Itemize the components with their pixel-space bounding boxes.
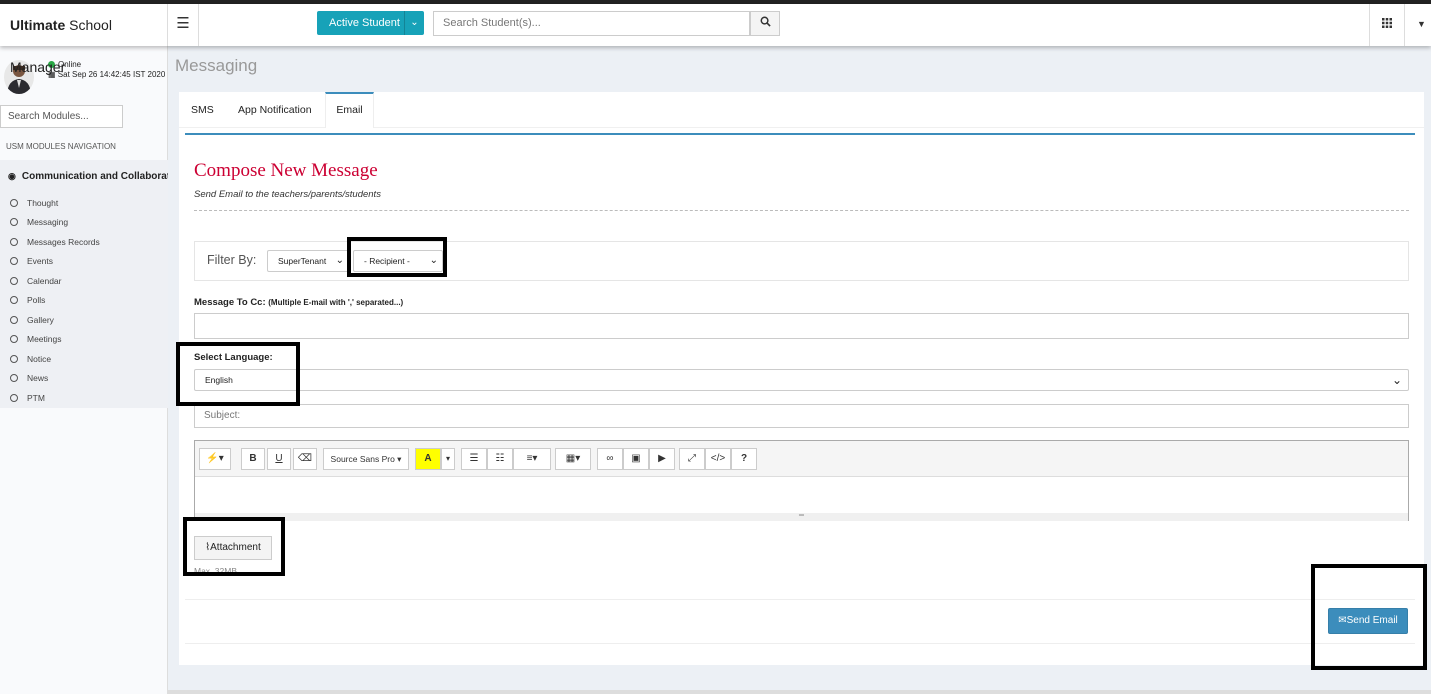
align-icon[interactable]: ≡▾ [513, 448, 551, 470]
sidebar-item-gallery[interactable]: Gallery [10, 315, 54, 325]
sidebar-item-ptm[interactable]: PTM [10, 393, 45, 403]
underline-button[interactable]: U [267, 448, 291, 470]
video-icon[interactable]: ▶ [649, 448, 675, 470]
table-icon[interactable]: ▦▾ [555, 448, 591, 470]
editor-resize-handle[interactable]: ═ [195, 512, 1408, 521]
envelope-icon: ✉ [1338, 615, 1347, 626]
circle-icon [10, 277, 18, 285]
app-logo[interactable]: Ultimate School Manager [0, 4, 168, 75]
cc-label: Message To Cc: (Multiple E-mail with ','… [194, 297, 404, 308]
chevron-down-icon: ⌄ [1391, 373, 1402, 387]
tab-app-notification[interactable]: App Notification [238, 92, 312, 128]
circle-icon [10, 374, 18, 382]
fullscreen-icon[interactable]: ⤢ [679, 448, 705, 470]
tab-email[interactable]: Email [325, 92, 374, 128]
link-icon[interactable]: ∞ [597, 448, 623, 470]
sidebar-item-meetings[interactable]: Meetings [10, 334, 62, 344]
search-icon[interactable] [750, 11, 780, 36]
recipient-select[interactable]: - Recipient - ⌄ [353, 250, 443, 272]
compose-title: Compose New Message [194, 160, 378, 181]
compose-subtitle: Send Email to the teachers/parents/stude… [194, 189, 381, 200]
main-panel: SMS App Notification Email Compose New M… [179, 92, 1424, 665]
circle-icon [10, 218, 18, 226]
circle-icon [10, 394, 18, 402]
sidebar-item-calendar[interactable]: Calendar [10, 276, 62, 286]
chevron-down-icon: ⌄ [335, 255, 344, 266]
max-size-note: Max. 32MB [194, 566, 237, 576]
user-status: Online ▦ Sat Sep 26 14:42:45 IST 2020 [48, 60, 165, 80]
sidebar-item-polls[interactable]: Polls [10, 295, 45, 305]
language-select[interactable]: English ⌄ [194, 369, 1409, 391]
circle-icon [10, 199, 18, 207]
nav-group-title[interactable]: ◉ Communication and Collaborat [8, 171, 168, 182]
circle-icon [10, 238, 18, 246]
tab-bar: SMS App Notification Email [179, 92, 1424, 128]
image-icon[interactable]: ▣ [623, 448, 649, 470]
tab-sms[interactable]: SMS [191, 92, 214, 128]
circle-icon [10, 257, 18, 265]
top-header: Ultimate School Manager ☰ Active Student… [0, 4, 1431, 75]
highlight-color-button[interactable]: A [415, 448, 441, 470]
sidebar-item-events[interactable]: Events [10, 256, 53, 266]
divider [185, 643, 1415, 644]
attachment-button[interactable]: ⌇Attachment [194, 536, 272, 560]
help-icon[interactable]: ? [731, 448, 757, 470]
chevron-down-icon: ⌄ [429, 255, 438, 266]
code-view-icon[interactable]: </> [705, 448, 731, 470]
editor-content[interactable] [195, 478, 1408, 513]
circle-icon [10, 355, 18, 363]
divider [185, 599, 1415, 600]
sidebar-item-news[interactable]: News [10, 373, 48, 383]
magic-wand-icon[interactable]: ⚡▾ [199, 448, 231, 470]
grid-icon[interactable] [1369, 4, 1405, 46]
circle-icon [10, 335, 18, 343]
nav-heading: USM MODULES NAVIGATION [6, 142, 116, 151]
editor-toolbar: ⚡▾ B U ⌫ Source Sans Pro ▾ A ▾ ☰ ☷ ≡▾ ▦▾… [195, 441, 1408, 477]
nav-group: ◉ Communication and Collaborat Thought Me… [0, 160, 168, 408]
ordered-list-icon[interactable]: ☷ [487, 448, 513, 470]
active-student-dropdown[interactable]: Active Student ⌄ [317, 11, 424, 35]
unordered-list-icon[interactable]: ☰ [461, 448, 487, 470]
tenant-select[interactable]: SuperTenant ⌄ [267, 250, 349, 272]
bold-button[interactable]: B [241, 448, 265, 470]
divider [185, 133, 1415, 135]
bottom-bar [168, 690, 1431, 694]
language-label: Select Language: [194, 352, 273, 363]
dashboard-icon: ◉ [8, 171, 16, 181]
eraser-icon[interactable]: ⌫ [293, 448, 317, 470]
student-search-input[interactable]: Search Student(s)... [433, 11, 750, 36]
filter-label: Filter By: [207, 253, 257, 267]
rich-text-editor: ⚡▾ B U ⌫ Source Sans Pro ▾ A ▾ ☰ ☷ ≡▾ ▦▾… [194, 440, 1409, 521]
sidebar-item-messages-records[interactable]: Messages Records [10, 237, 100, 247]
filter-box: Filter By: SuperTenant ⌄ - Recipient - ⌄ [194, 241, 1409, 281]
active-student-label: Active Student [329, 17, 400, 29]
datetime-text: Sat Sep 26 14:42:45 IST 2020 [57, 70, 166, 79]
caret-down-icon[interactable]: ▾ [441, 448, 455, 470]
sidebar-item-notice[interactable]: Notice [10, 354, 51, 364]
caret-down-icon[interactable]: ▼ [1412, 4, 1431, 46]
circle-icon [10, 296, 18, 304]
subject-input[interactable]: Subject: [194, 404, 1409, 428]
send-email-button[interactable]: ✉Send Email [1328, 608, 1408, 634]
font-family-select[interactable]: Source Sans Pro ▾ [323, 448, 409, 470]
divider [194, 210, 1409, 211]
page-title: Messaging [175, 56, 258, 75]
circle-icon [10, 316, 18, 324]
module-search-input[interactable]: Search Modules... [0, 105, 123, 128]
sidebar: Online ▦ Sat Sep 26 14:42:45 IST 2020 Se… [0, 46, 168, 694]
sidebar-item-thought[interactable]: Thought [10, 198, 58, 208]
hamburger-icon[interactable]: ☰ [168, 4, 199, 46]
sidebar-item-messaging[interactable]: Messaging [10, 217, 68, 227]
chevron-down-icon[interactable]: ⌄ [404, 11, 424, 35]
cc-input[interactable] [194, 313, 1409, 339]
